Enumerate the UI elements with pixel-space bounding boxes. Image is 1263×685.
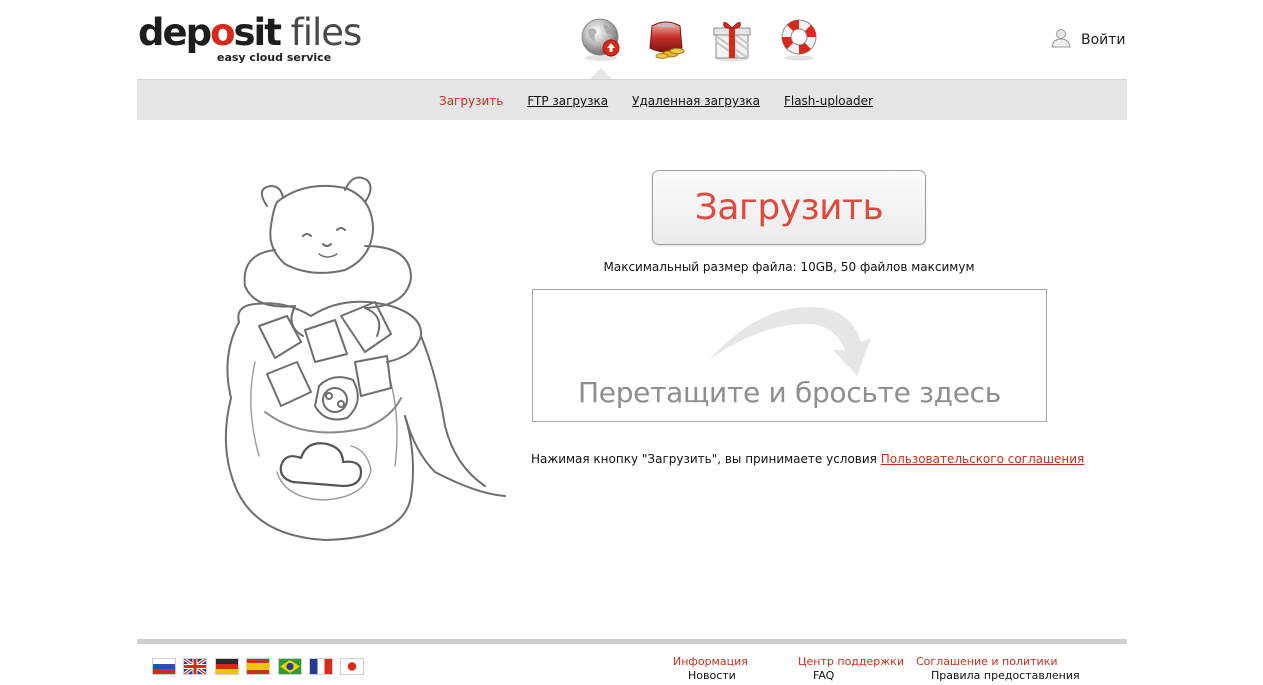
logo-tagline: easy cloud service [217, 51, 332, 64]
curved-arrow-icon [709, 307, 871, 376]
lifebuoy-icon[interactable] [777, 16, 823, 62]
logo-text-part1: dep [138, 11, 212, 54]
footer-heading-info: Информация [673, 655, 748, 668]
upload-button-label: Загрузить [694, 187, 884, 228]
top-icon-nav [577, 16, 827, 66]
subnav-item-upload[interactable]: Загрузить [439, 94, 503, 108]
upload-subnav: Загрузить FTP загрузка Удаленная загрузк… [137, 79, 1127, 120]
footer-column-policies: Соглашение и политики Правила предоставл… [916, 655, 1080, 682]
footer-link-news[interactable]: Новости [673, 669, 748, 682]
flag-de-icon[interactable] [214, 658, 239, 675]
drag-and-drop-zone[interactable]: Перетащите и бросьте здесь [532, 289, 1047, 422]
flag-fr-icon[interactable] [308, 658, 333, 675]
footer-link-terms-of-service[interactable]: Правила предоставления [916, 669, 1080, 682]
flag-uk-icon[interactable] [183, 658, 208, 675]
footer-column-support: Центр поддержки FAQ [798, 655, 904, 682]
footer-divider [137, 639, 1127, 644]
user-icon [1050, 28, 1072, 52]
flag-es-icon[interactable] [246, 658, 271, 675]
upload-button[interactable]: Загрузить [652, 170, 926, 245]
footer-heading-support: Центр поддержки [798, 655, 904, 668]
footer-heading-policies: Соглашение и политики [916, 655, 1058, 668]
login-link[interactable]: Войти [1050, 28, 1126, 52]
language-selector [152, 658, 372, 675]
subnav-items: Загрузить FTP загрузка Удаленная загрузк… [439, 94, 897, 108]
logo-text-part3: sit [233, 11, 282, 54]
terms-notice: Нажимая кнопку "Загрузить", вы принимает… [531, 452, 1084, 466]
page: deposit files easy cloud service Войти З… [137, 0, 1127, 685]
flag-ru-icon[interactable] [152, 658, 176, 675]
subnav-item-ftp[interactable]: FTP загрузка [527, 94, 608, 108]
subnav-item-remote[interactable]: Удаленная загрузка [632, 94, 760, 108]
flag-jp-icon[interactable] [340, 658, 365, 675]
login-label: Войти [1081, 32, 1126, 48]
wallet-coins-icon[interactable] [644, 16, 690, 62]
drop-zone-label: Перетащите и бросьте здесь [578, 376, 1001, 409]
max-file-size-note: Максимальный размер файла: 10GB, 50 файл… [603, 260, 975, 274]
upload-globe-icon[interactable] [579, 16, 625, 62]
user-agreement-link[interactable]: Пользовательского соглашения [881, 452, 1085, 466]
footer-column-info: Информация Новости [673, 655, 748, 682]
logo-text-accent: o [210, 11, 235, 54]
terms-prefix: Нажимая кнопку "Загрузить", вы принимает… [531, 452, 881, 466]
flag-br-icon[interactable] [277, 658, 302, 675]
logo-wordmark: deposit files [138, 11, 362, 54]
subnav-item-flash[interactable]: Flash-uploader [784, 94, 873, 108]
logo-text-files: files [279, 11, 363, 54]
hamster-with-bag-illustration [215, 166, 515, 546]
footer-link-faq[interactable]: FAQ [798, 669, 904, 682]
site-logo[interactable]: deposit files easy cloud service [138, 11, 362, 66]
gift-icon[interactable] [710, 16, 756, 62]
